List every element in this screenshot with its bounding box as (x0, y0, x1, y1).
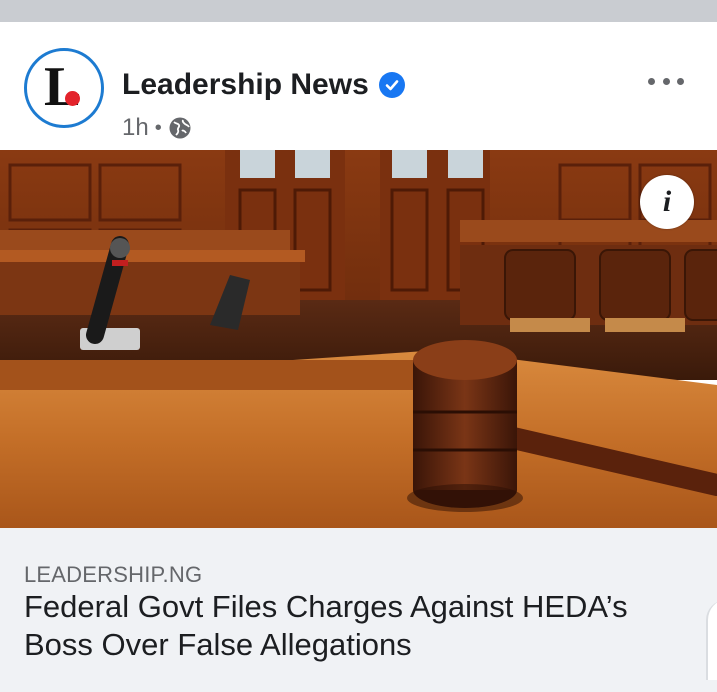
link-domain: LEADERSHIP.NG (24, 562, 203, 587)
link-title[interactable]: Federal Govt Files Charges Against HEDA’… (24, 588, 684, 664)
meta-separator: • (154, 116, 162, 139)
page-name-row: Leadership News (122, 68, 405, 102)
more-options-icon[interactable] (648, 72, 684, 90)
more-dot (662, 77, 670, 85)
courtroom-gavel-image (0, 150, 717, 528)
avatar-red-dot (65, 91, 80, 106)
post-timestamp[interactable]: 1h (122, 114, 149, 142)
verified-badge-icon (378, 72, 405, 98)
more-dot (648, 77, 655, 85)
post-meta: 1h • (122, 114, 192, 142)
info-icon[interactable]: i (640, 175, 694, 229)
top-divider-strip (0, 0, 717, 22)
page-name-link[interactable]: Leadership News (122, 68, 369, 102)
avatar-logo: L (31, 55, 97, 121)
feed-post: L Leadership News 1h • i LEADERSHIP.NG F… (0, 22, 717, 692)
avatar-letter: L (44, 56, 82, 118)
more-dot (677, 77, 684, 85)
link-preview-card[interactable]: LEADERSHIP.NG Federal Govt Files Charges… (0, 528, 717, 692)
page-avatar[interactable]: L (24, 48, 104, 128)
post-header: L Leadership News 1h • (0, 22, 717, 150)
globe-icon (168, 116, 192, 140)
next-card-edge (706, 600, 717, 680)
link-preview-image[interactable]: i (0, 150, 717, 528)
